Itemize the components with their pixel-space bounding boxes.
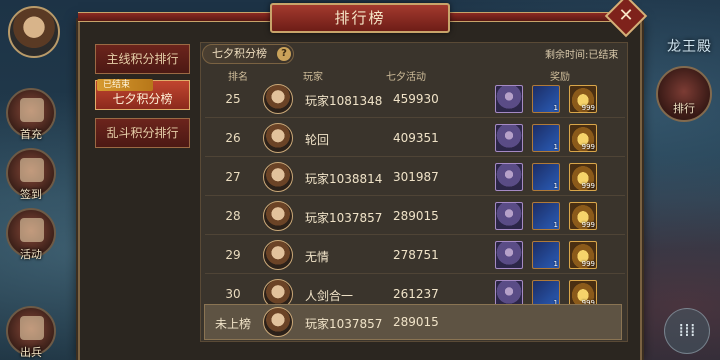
reward-gold-ingot-icon[interactable]: 999 (569, 85, 597, 113)
sign-in-label: 签到 (20, 188, 42, 201)
reward-crystal-icon[interactable]: 1 (532, 202, 560, 230)
my-player-name: 玩家1037857 (305, 317, 383, 331)
my-rank: 未上榜 (215, 317, 252, 331)
left-side-menu: 首充 签到 活动 出兵 (0, 0, 70, 360)
row-player-name: 玩家1081348 (305, 94, 383, 108)
tab-main-line-ranking[interactable]: 主线积分排行 (95, 44, 190, 74)
sign-in-button[interactable]: 签到 (6, 148, 56, 201)
player-avatar-icon[interactable] (263, 162, 293, 192)
player-avatar-icon[interactable] (263, 201, 293, 231)
column-header-reward: 奖励 (550, 72, 570, 83)
reward-count: 999 (581, 104, 595, 112)
row-score: 459930 (393, 92, 439, 106)
first-recharge-label: 首充 (20, 128, 42, 141)
reward-hero-icon[interactable] (495, 280, 523, 304)
reward-count: 1 (553, 260, 558, 268)
tab-qixi-label: 七夕积分榜 (112, 92, 173, 106)
tab-brawl-ranking[interactable]: 乱斗积分排行 (95, 118, 190, 148)
reward-count: 1 (553, 221, 558, 229)
row-score: 301987 (393, 170, 439, 184)
activity-icon (20, 218, 44, 242)
reward-count: 999 (581, 182, 595, 190)
my-avatar-icon (263, 307, 293, 337)
title-rail-left (78, 12, 270, 22)
row-rank: 29 (225, 248, 241, 262)
close-icon: ✕ (618, 5, 634, 27)
row-score: 278751 (393, 248, 439, 262)
table-row: 30 人剑合一 261237 1 999 (205, 277, 625, 304)
table-row: 25 玩家1081348 459930 1 999 (205, 82, 625, 118)
row-rank: 26 (225, 131, 241, 145)
reward-count: 999 (581, 221, 595, 229)
main-menu-button[interactable]: ⁞⁞⁞ (664, 308, 710, 354)
row-player-name: 无情 (305, 250, 330, 264)
reward-count: 999 (581, 260, 595, 268)
ended-badge: 已结束 (97, 79, 153, 91)
row-score: 261237 (393, 287, 439, 301)
table-row: 28 玩家1037857 289015 1 999 (205, 199, 625, 235)
reward-gold-ingot-icon[interactable]: 999 (569, 163, 597, 191)
table-row: 29 无情 278751 1 999 (205, 238, 625, 274)
table-row: 27 玩家1038814 301987 1 999 (205, 160, 625, 196)
table-row: 26 轮回 409351 1 999 (205, 121, 625, 157)
player-avatar-icon[interactable] (263, 279, 293, 304)
my-rank-row: 未上榜 玩家1037857 289015 (204, 304, 622, 340)
reward-gold-ingot-icon[interactable]: 999 (569, 202, 597, 230)
reward-count: 999 (581, 143, 595, 151)
reward-hero-icon[interactable] (495, 241, 523, 269)
ranking-list[interactable]: 25 玩家1081348 459930 1 999 26 轮回 409351 1… (205, 82, 625, 304)
player-avatar-icon[interactable] (263, 240, 293, 270)
row-rank: 28 (225, 209, 241, 223)
reward-crystal-icon[interactable]: 1 (532, 85, 560, 113)
reward-count: 1 (553, 143, 558, 151)
column-header-rank: 排名 (228, 72, 248, 83)
dragon-palace-title: 龙王殿 (667, 39, 712, 55)
remaining-time: 剩余时间:已结束 (545, 50, 619, 61)
deploy-button[interactable]: 出兵 (6, 306, 56, 359)
row-player-name: 玩家1038814 (305, 172, 383, 186)
reward-gold-ingot-icon[interactable]: 999 (569, 241, 597, 269)
row-player-name: 轮回 (305, 133, 330, 147)
row-score: 409351 (393, 131, 439, 145)
my-score: 289015 (393, 315, 439, 329)
reward-hero-icon[interactable] (495, 124, 523, 152)
ranking-title: 排行榜 (270, 3, 450, 33)
reward-hero-icon[interactable] (495, 85, 523, 113)
reward-gold-ingot-icon[interactable]: 999 (569, 280, 597, 304)
row-rank: 27 (225, 170, 241, 184)
reward-crystal-icon[interactable]: 1 (532, 163, 560, 191)
reward-hero-icon[interactable] (495, 163, 523, 191)
reward-gold-ingot-icon[interactable]: 999 (569, 124, 597, 152)
title-rail-right (450, 12, 612, 22)
activity-label: 活动 (20, 248, 42, 261)
help-icon[interactable]: ? (277, 47, 291, 61)
reward-crystal-icon[interactable]: 1 (532, 124, 560, 152)
row-player-name: 人剑合一 (305, 289, 354, 303)
ranking-shortcut-label: 排行 (673, 102, 695, 115)
right-side-menu: 龙王殿 排行 ⁞⁞⁞ (640, 0, 720, 360)
reward-crystal-icon[interactable]: 1 (532, 280, 560, 304)
deploy-label: 出兵 (20, 346, 42, 359)
column-header-score: 七夕活动 (386, 72, 426, 83)
activity-button[interactable]: 活动 (6, 208, 56, 261)
ranking-shortcut-button[interactable]: 排行 (656, 66, 712, 122)
reward-crystal-icon[interactable]: 1 (532, 241, 560, 269)
player-avatar[interactable] (8, 6, 60, 58)
sign-in-icon (20, 158, 44, 182)
player-avatar-icon[interactable] (263, 123, 293, 153)
reward-count: 1 (553, 104, 558, 112)
row-player-name: 玩家1037857 (305, 211, 383, 225)
reward-count: 1 (553, 182, 558, 190)
column-header-player: 玩家 (303, 72, 323, 83)
deploy-icon (20, 316, 44, 340)
player-avatar-icon[interactable] (263, 84, 293, 114)
reward-hero-icon[interactable] (495, 202, 523, 230)
row-rank: 30 (225, 287, 241, 301)
first-recharge-button[interactable]: 首充 (6, 88, 56, 141)
row-rank: 25 (225, 92, 241, 106)
row-score: 289015 (393, 209, 439, 223)
first-recharge-icon (20, 98, 44, 122)
